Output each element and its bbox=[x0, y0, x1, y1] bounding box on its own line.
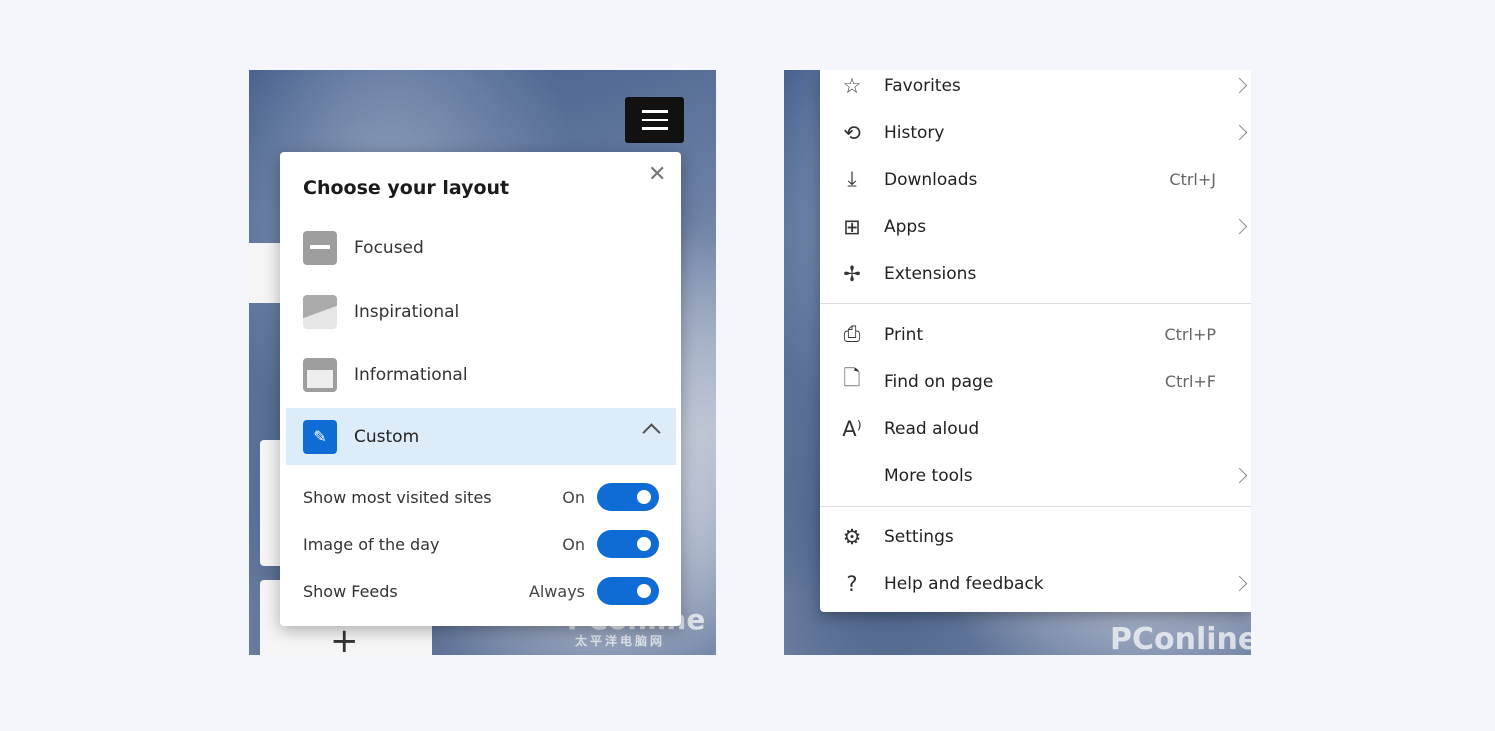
site-tile[interactable] bbox=[260, 440, 280, 566]
toggle-label: Show most visited sites bbox=[303, 487, 492, 507]
puzzle-icon: ✢ bbox=[843, 261, 861, 286]
menu-item-extensions[interactable]: ✢ Extensions bbox=[820, 250, 1251, 297]
inspirational-layout-icon bbox=[303, 294, 337, 329]
layout-option-informational[interactable]: Informational bbox=[286, 346, 676, 403]
menu-item-label: Apps bbox=[884, 216, 927, 237]
menu-item-label: Favorites bbox=[884, 75, 961, 96]
menu-item-read-aloud[interactable]: A⁾ Read aloud bbox=[820, 405, 1251, 452]
plus-icon: + bbox=[330, 621, 359, 655]
chevron-up-icon[interactable] bbox=[642, 423, 661, 442]
menu-item-label: More tools bbox=[884, 465, 973, 486]
choose-layout-dialog: Choose your layout ✕ Focused Inspiration… bbox=[280, 152, 681, 626]
toggle-row-image-of-day: Image of the day On bbox=[303, 529, 659, 559]
browser-menu-screenshot: PConline ☆ Favorites ⟲ History ⤓ Downloads Ctr… bbox=[784, 70, 1251, 655]
read-aloud-icon: A⁾ bbox=[842, 416, 862, 441]
chevron-right-icon bbox=[1231, 124, 1248, 141]
toggle-label: Show Feeds bbox=[303, 581, 398, 601]
menu-item-label: Find on page bbox=[884, 371, 994, 392]
menu-item-help-and-feedback[interactable]: ? Help and feedback bbox=[820, 560, 1251, 607]
menu-divider bbox=[820, 303, 1251, 304]
chevron-right-icon bbox=[1231, 218, 1248, 235]
new-tab-page-screenshot: + PConline 太平洋电脑网 Choose your layout ✕ F… bbox=[249, 70, 716, 655]
chevron-right-icon bbox=[1231, 467, 1248, 484]
gear-icon: ⚙ bbox=[842, 524, 862, 549]
chevron-right-icon bbox=[1231, 77, 1248, 94]
menu-item-favorites[interactable]: ☆ Favorites bbox=[820, 70, 1251, 109]
toggle-state: On bbox=[562, 534, 585, 554]
option-label: Focused bbox=[354, 237, 424, 258]
shortcut-label: Ctrl+F bbox=[1164, 372, 1216, 391]
hamburger-icon bbox=[641, 110, 668, 113]
toggle-row-show-feeds: Show Feeds Always bbox=[303, 576, 659, 606]
menu-item-downloads[interactable]: ⤓ Downloads Ctrl+J bbox=[820, 156, 1251, 203]
toggle-state[interactable]: Always bbox=[529, 582, 585, 601]
toggle-row-most-visited: Show most visited sites On bbox=[303, 482, 659, 512]
download-icon: ⤓ bbox=[847, 167, 857, 191]
page-settings-menu-button[interactable] bbox=[625, 97, 684, 143]
menu-item-label: Downloads bbox=[884, 169, 978, 190]
toggle-label: Image of the day bbox=[303, 534, 440, 554]
chevron-right-icon bbox=[1231, 575, 1248, 592]
layout-option-focused[interactable]: Focused bbox=[286, 219, 676, 276]
menu-item-history[interactable]: ⟲ History bbox=[820, 109, 1251, 156]
menu-item-print[interactable]: ⎙ Print Ctrl+P bbox=[820, 311, 1251, 358]
layout-option-custom[interactable]: ✎ Custom bbox=[286, 408, 676, 465]
most-visited-toggle[interactable] bbox=[597, 483, 659, 511]
layout-option-inspirational[interactable]: Inspirational bbox=[286, 283, 676, 340]
menu-item-more-tools[interactable]: More tools bbox=[820, 452, 1251, 499]
pencil-icon: ✎ bbox=[303, 419, 337, 454]
menu-item-label: Settings bbox=[884, 526, 954, 547]
menu-item-label: Print bbox=[884, 324, 924, 345]
find-icon: 🗋 bbox=[843, 366, 861, 390]
menu-item-settings[interactable]: ⚙ Settings bbox=[820, 513, 1251, 560]
focused-layout-icon bbox=[303, 230, 337, 265]
informational-layout-icon bbox=[303, 357, 337, 392]
menu-item-label: Help and feedback bbox=[884, 573, 1044, 594]
toggle-state: On bbox=[562, 487, 585, 507]
menu-item-label: Read aloud bbox=[884, 418, 980, 439]
option-label: Inspirational bbox=[354, 301, 460, 322]
show-feeds-toggle[interactable] bbox=[597, 577, 659, 605]
option-label: Informational bbox=[354, 364, 468, 385]
star-icon: ☆ bbox=[842, 73, 862, 98]
dialog-title: Choose your layout bbox=[303, 177, 510, 199]
menu-item-label: History bbox=[884, 122, 945, 143]
menu-divider bbox=[820, 506, 1251, 507]
menu-item-label: Extensions bbox=[884, 263, 977, 284]
watermark-logo: PConline bbox=[1110, 622, 1251, 655]
help-icon: ? bbox=[846, 571, 858, 596]
printer-icon: ⎙ bbox=[843, 322, 861, 346]
apps-icon: ⊞ bbox=[843, 214, 861, 239]
image-of-day-toggle[interactable] bbox=[597, 530, 659, 558]
shortcut-label: Ctrl+P bbox=[1164, 325, 1216, 344]
search-bar-fragment bbox=[249, 243, 280, 303]
close-icon[interactable]: ✕ bbox=[648, 162, 666, 187]
shortcut-label: Ctrl+J bbox=[1169, 170, 1216, 189]
history-icon: ⟲ bbox=[843, 120, 861, 145]
menu-item-find-on-page[interactable]: 🗋 Find on page Ctrl+F bbox=[820, 358, 1251, 405]
option-label: Custom bbox=[354, 426, 420, 447]
browser-settings-menu: ☆ Favorites ⟲ History ⤓ Downloads Ctrl+J ⊞ Apps ✢… bbox=[820, 70, 1251, 612]
watermark-subtitle: 太平洋电脑网 bbox=[575, 634, 666, 648]
menu-item-apps[interactable]: ⊞ Apps bbox=[820, 203, 1251, 250]
